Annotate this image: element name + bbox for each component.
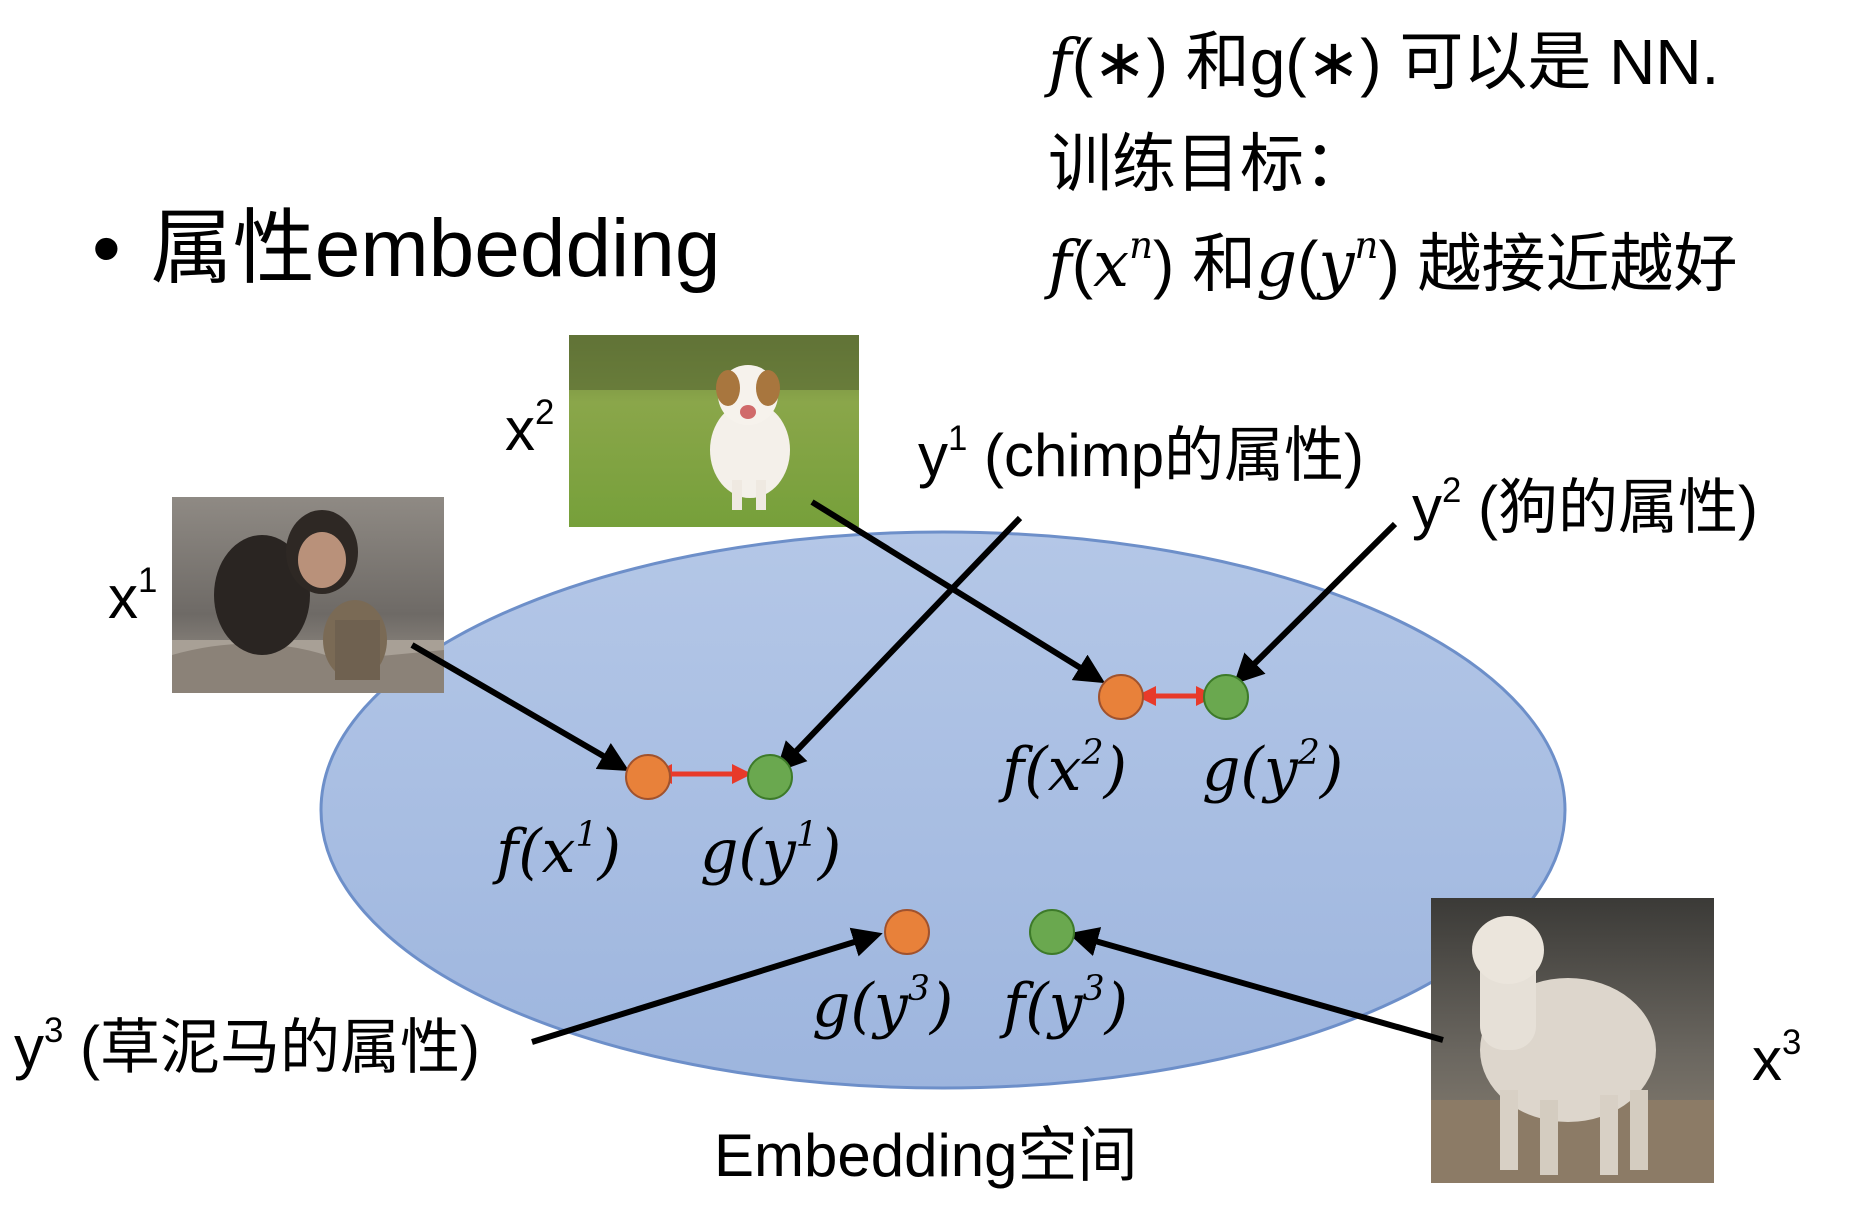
title-text: 属性embedding	[150, 203, 721, 294]
dog-photo	[569, 335, 859, 527]
note-line-3: f(xn) 和g(yn) 越接近越好	[1048, 224, 1738, 302]
f-x2-point	[1098, 674, 1144, 720]
f-y3-point	[1029, 909, 1075, 955]
y2-attribute-label: y2 (狗的属性)	[1412, 470, 1758, 541]
alpaca-photo	[1431, 898, 1714, 1183]
x3-label: x3	[1752, 1022, 1802, 1093]
f-x2-label: f(x2)	[1002, 732, 1128, 805]
slide-title: • 属性embedding	[92, 208, 720, 290]
bullet: •	[92, 203, 121, 294]
x2-label: x2	[505, 392, 555, 463]
chimpanzee-photo	[172, 497, 444, 693]
g-y3-label: g(y3)	[812, 968, 954, 1041]
f-x1-label: f(x1)	[496, 814, 622, 887]
g-y3-point	[884, 909, 930, 955]
g-y1-point	[747, 754, 793, 800]
x1-label: x1	[108, 560, 158, 631]
slide: • 属性embedding f(∗) 和g(∗) 可以是 NN. 训练目标： f(…	[0, 0, 1852, 1230]
f-x1-point	[625, 754, 671, 800]
y3-attribute-label: y3 (草泥马的属性)	[14, 1010, 480, 1081]
y1-attribute-label: y1 (chimp的属性)	[918, 418, 1365, 489]
g-y2-point	[1203, 674, 1249, 720]
g-y2-label: g(y2)	[1202, 732, 1344, 805]
embedding-space-label: Embedding空间	[714, 1122, 1138, 1189]
note-line-2: 训练目标：	[1048, 128, 1368, 200]
note-line-1: f(∗) 和g(∗) 可以是 NN.	[1048, 26, 1720, 100]
f-y3-label: f(y3)	[1003, 968, 1129, 1041]
g-y1-label: g(y1)	[700, 814, 842, 887]
